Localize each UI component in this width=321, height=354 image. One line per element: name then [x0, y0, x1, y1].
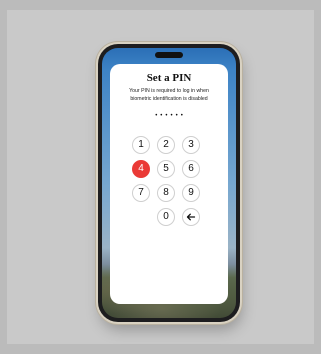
- pin-setup-card: Set a PIN Your PIN is required to log in…: [110, 64, 228, 304]
- key-4[interactable]: 4: [132, 160, 150, 178]
- pin-description: Your PIN is required to log in when biom…: [129, 88, 209, 102]
- key-2[interactable]: 2: [157, 136, 175, 154]
- page-title: Set a PIN: [146, 72, 192, 84]
- key-7[interactable]: 7: [132, 184, 150, 202]
- key-3[interactable]: 3: [182, 136, 200, 154]
- key-1[interactable]: 1: [132, 136, 150, 154]
- pin-dots: ••••••: [155, 113, 186, 119]
- key-6[interactable]: 6: [182, 160, 200, 178]
- key-8[interactable]: 8: [157, 184, 175, 202]
- phone-screen: Set a PIN Your PIN is required to log in…: [102, 48, 236, 318]
- key-9[interactable]: 9: [182, 184, 200, 202]
- phone-mockup: Set a PIN Your PIN is required to log in…: [98, 44, 240, 322]
- phone-notch: [155, 52, 183, 58]
- key-0[interactable]: 0: [157, 208, 175, 226]
- backspace-button[interactable]: [182, 208, 200, 226]
- arrow-left-icon: [186, 213, 196, 221]
- key-5[interactable]: 5: [157, 160, 175, 178]
